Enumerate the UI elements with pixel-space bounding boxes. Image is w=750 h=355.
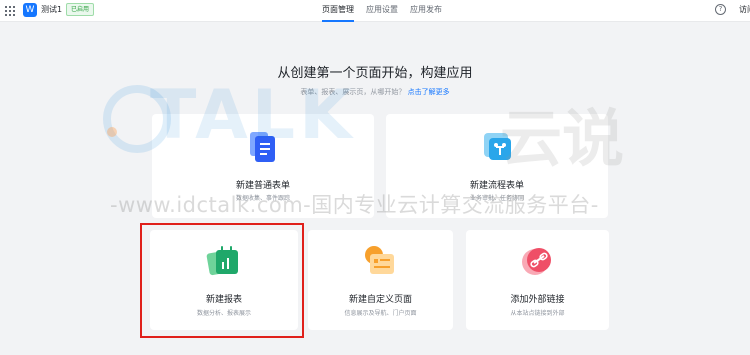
custom-page-icon [365,246,394,274]
tab-app-publish[interactable]: 应用发布 [410,0,442,22]
status-badge: 已启用 [66,3,95,16]
subtitle-text: 表单、报表、展示页，从哪开始？ [300,88,406,96]
app-grid-icon[interactable] [4,5,16,17]
card-title: 新建自定义页面 [348,295,412,305]
card-title: 新建流程表单 [469,181,524,191]
card-title: 添加外部链接 [510,295,565,305]
add-external-link-card[interactable]: 添加外部链接 从本站点链接到外部 [466,230,609,330]
app-logo-icon[interactable]: W [23,3,37,17]
create-form-card[interactable]: 新建普通表单 数据收集、事件跟踪 [152,114,374,218]
card-desc: 数据收集、事件跟踪 [235,195,290,202]
link-icon [522,248,551,275]
page-title: 从创建第一个页面开始，构建应用 [277,66,473,81]
card-title: 新建普通表单 [235,181,290,191]
form-icon [250,132,275,162]
process-icon [484,133,511,160]
create-process-form-card[interactable]: 新建流程表单 业务审批、任务协同 [386,114,608,218]
tab-page-management[interactable]: 页面管理 [322,0,354,22]
visit-button[interactable]: 访问 [739,4,750,16]
learn-more-link[interactable]: 点击了解更多 [408,88,450,96]
create-custom-page-card[interactable]: 新建自定义页面 信息展示及导航、门户页面 [308,230,453,330]
page-subtitle: 表单、报表、展示页，从哪开始？ 点击了解更多 [0,87,750,97]
app-name[interactable]: 测试1 [41,4,62,16]
card-desc: 从本站点链接到外部 [510,310,565,317]
card-desc: 业务审批、任务协同 [469,195,524,202]
top-bar: W 测试1 已启用 页面管理 应用设置 应用发布 ? 访问 [0,0,750,22]
card-desc: 信息展示及导航、门户页面 [344,310,417,317]
highlight-box [140,223,304,338]
help-icon[interactable]: ? [715,4,726,15]
tab-app-settings[interactable]: 应用设置 [366,0,398,22]
